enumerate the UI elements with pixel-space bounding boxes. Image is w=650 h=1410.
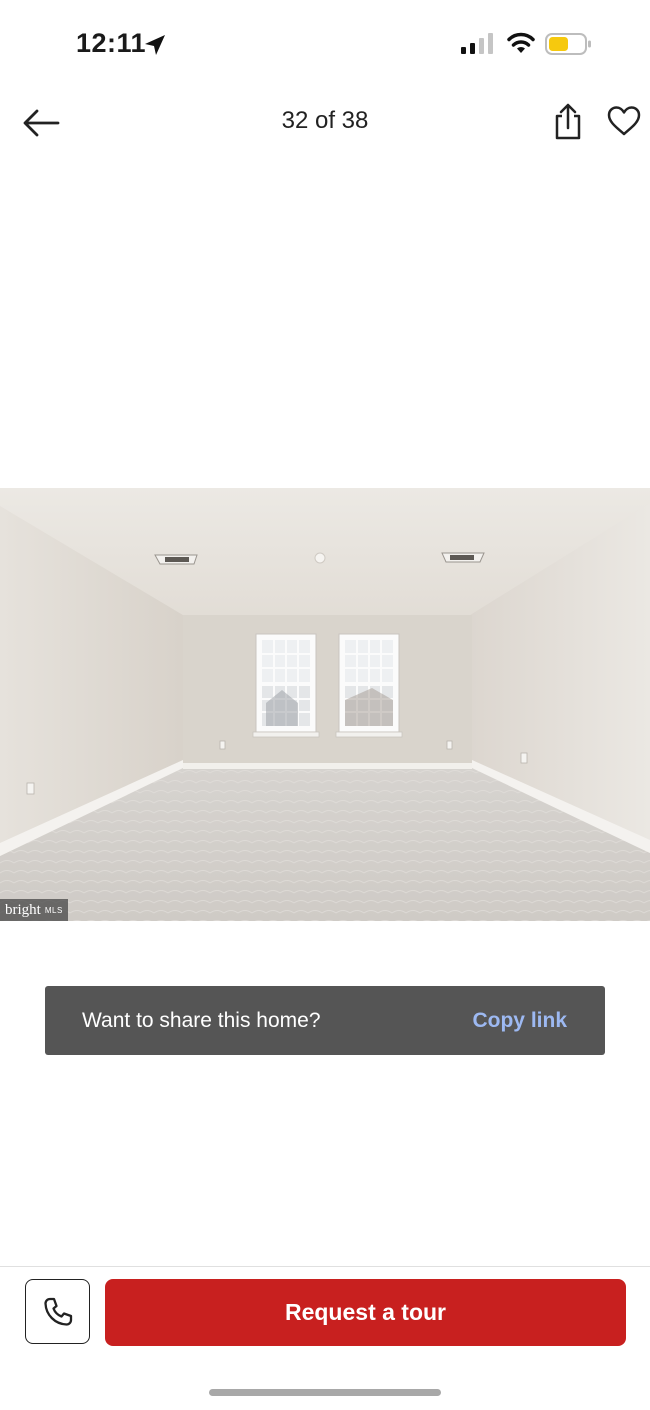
wifi-icon (507, 32, 535, 53)
cellular-signal-icon (461, 33, 493, 54)
room-image (0, 488, 650, 921)
share-button[interactable] (550, 101, 586, 141)
home-indicator (209, 1389, 441, 1396)
photo-viewer-header: 32 of 38 (0, 95, 650, 151)
share-toast-message: Want to share this home? (82, 1008, 321, 1032)
favorite-button[interactable] (606, 105, 642, 137)
copy-link-button[interactable]: Copy link (472, 1009, 567, 1033)
status-time: 12:11 (76, 28, 147, 58)
heart-icon (607, 106, 641, 136)
share-toast: Want to share this home? Copy link (45, 986, 605, 1055)
location-arrow-icon (145, 35, 165, 55)
mls-watermark: bright MLS (0, 899, 68, 921)
status-bar: 12:11 (0, 0, 650, 90)
phone-icon (43, 1297, 72, 1326)
listing-photo[interactable]: bright MLS (0, 488, 650, 921)
call-button[interactable] (25, 1279, 90, 1344)
watermark-brand: bright (5, 901, 41, 918)
share-icon (555, 103, 581, 140)
watermark-suffix: MLS (44, 905, 63, 915)
battery-icon (545, 33, 591, 55)
request-tour-button[interactable]: Request a tour (105, 1279, 626, 1346)
